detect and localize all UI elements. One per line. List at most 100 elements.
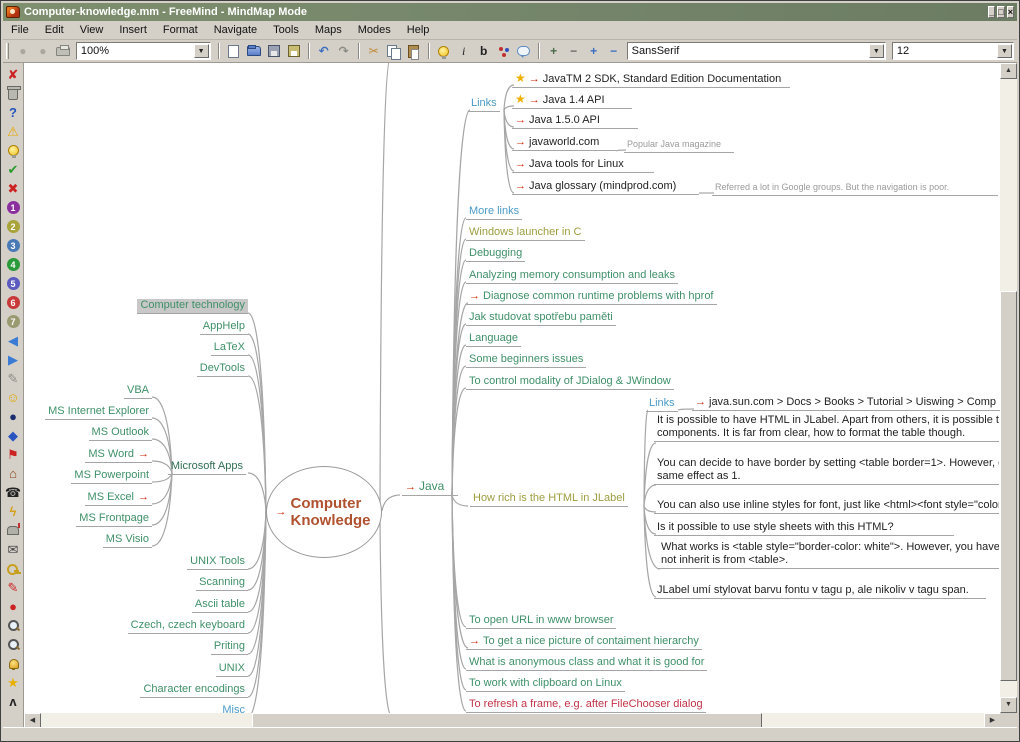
node-ms-excel[interactable]: MS Excel →	[84, 491, 152, 506]
node-java-glossary[interactable]: → Java glossary (mindprod.com)	[512, 180, 699, 195]
menu-format[interactable]: Format	[155, 22, 206, 39]
node-inline-styles-note[interactable]: You can also use inline styles for font,…	[654, 499, 999, 514]
zoom-out-icon[interactable]: −	[605, 42, 623, 60]
node-anonymous-class[interactable]: What is anonymous class and what it is g…	[466, 656, 708, 671]
increase-font-icon[interactable]: +	[545, 42, 563, 60]
node-javaworld[interactable]: → javaworld.com	[512, 136, 616, 151]
redo-icon[interactable]: ↷	[335, 42, 353, 60]
priority-3-icon[interactable]: 3	[4, 236, 23, 255]
node-devtools[interactable]: DevTools	[196, 362, 248, 377]
wand-icon[interactable]	[4, 616, 23, 635]
size-select[interactable]: 12 ▼	[891, 42, 1015, 60]
node-ms-visio[interactable]: MS Visio	[102, 533, 152, 548]
node-javasun-path[interactable]: → java.sun.com > Docs > Books > Tutorial …	[692, 396, 1001, 411]
node-debugging[interactable]: Debugging	[466, 247, 526, 262]
node-priting[interactable]: Priting	[210, 640, 248, 655]
node-computer-technology[interactable]: Computer technology	[137, 299, 248, 314]
bold-icon[interactable]: b	[475, 42, 493, 60]
priority-6-icon[interactable]: 6	[4, 293, 23, 312]
node-misc[interactable]: Misc	[219, 704, 248, 713]
nav-forward-icon[interactable]: ●	[34, 42, 52, 60]
not-icon[interactable]: ✖	[4, 179, 23, 198]
new-map-icon[interactable]	[225, 42, 243, 60]
nav-back-icon[interactable]: ●	[14, 42, 32, 60]
attach-icon[interactable]: ✎	[4, 369, 23, 388]
bubble-style-icon[interactable]	[515, 42, 533, 60]
ball-icon[interactable]: ●	[4, 407, 23, 426]
priority-2-icon[interactable]: 2	[4, 217, 23, 236]
root-node[interactable]: → Computer Knowledge	[266, 466, 382, 558]
chevron-down-icon[interactable]: ▼	[997, 44, 1013, 58]
remove-icon-icon[interactable]: ✘	[4, 65, 23, 84]
node-links-2[interactable]: Links	[646, 397, 678, 412]
cut-icon[interactable]: ✂	[365, 42, 383, 60]
node-ms-frontpage[interactable]: MS Frontpage	[76, 512, 152, 527]
node-style-sheets-note[interactable]: Is it possible to use style sheets with …	[654, 521, 954, 536]
flag-icon[interactable]: ⚑	[4, 445, 23, 464]
new-node-icon[interactable]	[435, 42, 453, 60]
node-javatm-sdk[interactable]: ★ → JavaTM 2 SDK, Standard Edition Documen…	[512, 72, 790, 88]
priority-1-icon[interactable]: 1	[4, 198, 23, 217]
scroll-down-button[interactable]: ▼	[1000, 697, 1017, 713]
vertical-scroll-thumb[interactable]	[1000, 291, 1017, 681]
trash-icon[interactable]	[4, 84, 23, 103]
scroll-up-button[interactable]: ▲	[1000, 63, 1017, 79]
close-button[interactable]: ×	[1006, 6, 1014, 18]
menu-modes[interactable]: Modes	[350, 22, 399, 39]
node-java14-api[interactable]: ★ → Java 1.4 API	[512, 93, 632, 109]
forward-arrow-icon[interactable]: ▶	[4, 350, 23, 369]
node-referred[interactable]: Referred a lot in Google groups. But the…	[712, 181, 998, 196]
menu-file[interactable]: File	[3, 22, 37, 39]
node-ms-word[interactable]: MS Word →	[85, 448, 152, 463]
attributes-icon[interactable]	[495, 42, 513, 60]
zoom-in-icon[interactable]: +	[585, 42, 603, 60]
lightning-icon[interactable]: ϟ	[4, 502, 23, 521]
menu-insert[interactable]: Insert	[111, 22, 155, 39]
menu-edit[interactable]: Edit	[37, 22, 72, 39]
menu-navigate[interactable]: Navigate	[206, 22, 265, 39]
minimize-button[interactable]: _	[988, 6, 996, 18]
idea-icon[interactable]	[4, 141, 23, 160]
mailbox-icon[interactable]	[4, 521, 23, 540]
node-jak-studovat[interactable]: Jak studovat spotřebu paměti	[466, 311, 616, 326]
node-ms-internet-explorer[interactable]: MS Internet Explorer	[45, 405, 152, 420]
node-more-links[interactable]: More links	[466, 205, 523, 220]
menu-view[interactable]: View	[72, 22, 112, 39]
node-modality[interactable]: To control modality of JDialog & JWindow	[466, 375, 674, 390]
clock-icon[interactable]: ʌ	[4, 692, 23, 711]
node-language[interactable]: Language	[466, 332, 521, 347]
node-vba[interactable]: VBA	[123, 384, 152, 399]
undo-icon[interactable]: ↶	[315, 42, 333, 60]
node-how-rich-html[interactable]: How rich is the HTML in JLabel	[470, 492, 628, 507]
menu-help[interactable]: Help	[399, 22, 438, 39]
warning-icon[interactable]: ⚠	[4, 122, 23, 141]
home-icon[interactable]: ⌂	[4, 464, 23, 483]
title-bar[interactable]: Computer-knowledge.mm - FreeMind - MindM…	[3, 3, 1017, 21]
paste-icon[interactable]	[405, 42, 423, 60]
node-apphelp[interactable]: AppHelp	[199, 320, 248, 335]
node-containment[interactable]: → To get a nice picture of contaiment hie…	[466, 635, 702, 650]
mail-icon[interactable]: ✉	[4, 540, 23, 559]
node-popular-magazine[interactable]: Popular Java magazine	[624, 138, 734, 153]
node-html-jlabel-note[interactable]: It is possible to have HTML in JLabel. A…	[654, 414, 999, 442]
open-map-icon[interactable]	[245, 42, 263, 60]
node-ms-outlook[interactable]: MS Outlook	[88, 426, 152, 441]
print-icon[interactable]	[54, 42, 72, 60]
priority-7-icon[interactable]: 7	[4, 312, 23, 331]
node-ascii-table[interactable]: Ascii table	[191, 598, 248, 613]
decrease-font-icon[interactable]: −	[565, 42, 583, 60]
node-ms-powerpoint[interactable]: MS Powerpoint	[71, 469, 152, 484]
node-character-encodings[interactable]: Character encodings	[140, 683, 248, 698]
chevron-down-icon[interactable]: ▼	[868, 44, 884, 58]
node-microsoft-apps[interactable]: Microsoft Apps	[167, 460, 246, 475]
mindmap-canvas[interactable]: → Java Links ★ → JavaTM 2 SDK, Standard Editi…	[24, 63, 1001, 713]
chevron-down-icon[interactable]: ▼	[193, 44, 209, 58]
help-icon[interactable]: ?	[4, 103, 23, 122]
node-unix-tools[interactable]: UNIX Tools	[187, 555, 248, 570]
bookmark-icon[interactable]: ◆	[4, 426, 23, 445]
node-scanning[interactable]: Scanning	[196, 576, 248, 591]
save-as-icon[interactable]	[285, 42, 303, 60]
phone-icon[interactable]: ☎	[4, 483, 23, 502]
star-icon[interactable]: ★	[4, 673, 23, 692]
smiley-icon[interactable]: ☺	[4, 388, 23, 407]
